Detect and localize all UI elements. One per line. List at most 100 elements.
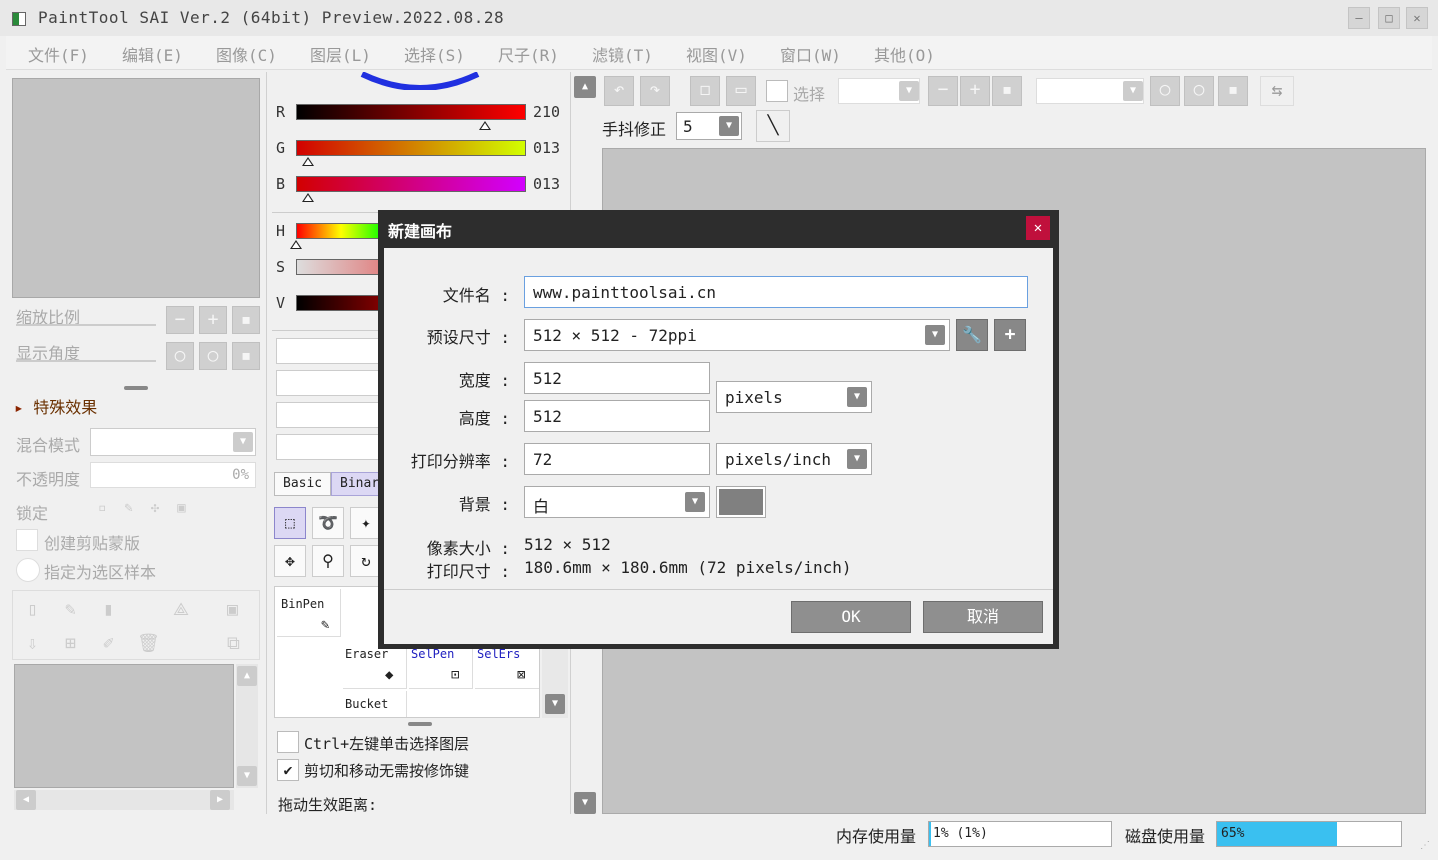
s-slider[interactable]	[296, 259, 386, 275]
menu-edit[interactable]: 编辑(E)	[122, 42, 183, 66]
toolbar-rotate-right-button[interactable]: ○	[1184, 76, 1214, 106]
opacity-field[interactable]: 0%	[90, 462, 256, 488]
menu-ruler[interactable]: 尺子(R)	[498, 42, 559, 66]
lock-icons[interactable]: ▫✎✣▣	[98, 500, 204, 516]
menu-filter[interactable]: 滤镜(T)	[592, 42, 653, 66]
color-swatch-3[interactable]	[276, 402, 386, 428]
cut-move-checkbox[interactable]: ✔	[277, 759, 299, 781]
ok-button[interactable]: OK	[791, 601, 911, 633]
scroll-right-icon[interactable]: ▶	[210, 790, 230, 810]
height-input[interactable]: 512	[524, 400, 710, 432]
h-slider[interactable]	[296, 223, 386, 239]
deselect-button[interactable]: ◻	[690, 76, 720, 106]
width-input[interactable]: 512	[524, 362, 710, 394]
layer-list-scrollbar[interactable]: ▲ ▼	[236, 664, 258, 788]
background-select[interactable]: 白 ▼	[524, 486, 710, 518]
options-scroll-up-icon[interactable]: ▲	[574, 76, 596, 98]
size-unit-select[interactable]: pixels ▼	[716, 381, 872, 413]
filename-input[interactable]: www.painttoolsai.cn	[524, 276, 1028, 308]
menu-layer[interactable]: 图层(L)	[310, 42, 371, 66]
splitter-handle[interactable]	[408, 722, 432, 726]
angle-select[interactable]: ▼	[1036, 78, 1144, 104]
resize-grip-icon[interactable]: ⋰	[1420, 840, 1434, 854]
undo-button[interactable]: ↶	[604, 76, 634, 106]
menu-view[interactable]: 视图(V)	[686, 42, 747, 66]
selection-source-radio[interactable]	[16, 558, 40, 582]
rotate-reset-button[interactable]: ▪	[232, 342, 260, 370]
color-swatch-1[interactable]	[276, 338, 386, 364]
v-slider[interactable]	[296, 295, 386, 311]
toolbar-rotate-reset-button[interactable]: ▪	[1218, 76, 1248, 106]
brush-binpen[interactable]: BinPen ✎	[277, 589, 341, 637]
toolbar-zoom-out-button[interactable]: −	[928, 76, 958, 106]
wrench-icon[interactable]: 🔧	[956, 319, 988, 351]
scroll-left-icon[interactable]: ◀	[16, 790, 36, 810]
scroll-up-icon[interactable]: ▲	[237, 666, 257, 686]
trash-icon[interactable]: 🗑	[137, 633, 160, 654]
scroll-down-icon[interactable]: ▼	[237, 766, 257, 786]
flip-icon[interactable]: ⇆	[1260, 76, 1294, 106]
color-swatch-2[interactable]	[276, 370, 386, 396]
g-slider-thumb[interactable]	[301, 157, 314, 166]
zoom-select[interactable]: ▼	[838, 78, 920, 104]
effect-icon[interactable]: ⟁	[173, 599, 189, 620]
maximize-button[interactable]: □	[1378, 7, 1400, 29]
new-layer-icon[interactable]: ▯	[27, 599, 38, 620]
layer-list[interactable]	[14, 664, 234, 788]
zoom-slider[interactable]	[16, 324, 156, 326]
tab-basic[interactable]: Basic	[274, 472, 332, 496]
invert-select-button[interactable]: ▭	[726, 76, 756, 106]
angle-slider[interactable]	[16, 360, 156, 362]
minimize-button[interactable]: –	[1348, 7, 1370, 29]
new-linework-icon[interactable]: ✎	[65, 599, 76, 620]
scroll-down-icon[interactable]: ▼	[545, 694, 565, 714]
menu-image[interactable]: 图像(C)	[216, 42, 277, 66]
lasso-tool-icon[interactable]: ➰	[312, 507, 344, 539]
splitter-handle[interactable]	[124, 386, 148, 390]
rotate-right-button[interactable]: ○	[199, 342, 227, 370]
menu-file[interactable]: 文件(F)	[28, 42, 89, 66]
mask-icon[interactable]: ▣	[227, 599, 238, 620]
toolbar-zoom-reset-button[interactable]: ▪	[992, 76, 1022, 106]
merge-icon[interactable]: ⊞	[65, 633, 76, 654]
new-folder-icon[interactable]: ▮	[103, 599, 114, 620]
clear-icon[interactable]: ✐	[103, 633, 114, 654]
resolution-unit-select[interactable]: pixels/inch ▼	[716, 443, 872, 475]
layer-list-hscrollbar[interactable]: ◀ ▶	[14, 790, 234, 810]
toolbar-rotate-left-button[interactable]: ○	[1150, 76, 1180, 106]
effects-toggle[interactable]: ▸ 特殊效果	[14, 394, 97, 418]
toolbar-zoom-in-button[interactable]: +	[960, 76, 990, 106]
color-swatch-4[interactable]	[276, 434, 386, 460]
preset-select[interactable]: 512 × 512 - 72ppi ▼	[524, 319, 950, 351]
clip-mask-checkbox[interactable]	[16, 529, 38, 551]
color-wheel[interactable]	[360, 72, 480, 90]
move-tool-icon[interactable]: ✥	[274, 545, 306, 577]
h-slider-thumb[interactable]	[290, 240, 302, 249]
zoom-in-button[interactable]: +	[199, 306, 227, 334]
background-color-swatch[interactable]	[716, 486, 766, 518]
duplicate-icon[interactable]: ⧉	[227, 633, 240, 654]
r-slider-thumb[interactable]	[478, 121, 491, 130]
navigator-preview[interactable]	[12, 78, 260, 298]
zoom-tool-icon[interactable]: ⚲	[312, 545, 344, 577]
merge-down-icon[interactable]: ⇩	[27, 633, 38, 654]
stabilizer-select[interactable]: 5 ▼	[676, 112, 742, 140]
menu-other[interactable]: 其他(O)	[874, 42, 935, 66]
select-checkbox[interactable]	[766, 80, 788, 102]
blend-mode-select[interactable]: ▼	[90, 428, 256, 456]
menu-window[interactable]: 窗口(W)	[780, 42, 841, 66]
rotate-left-button[interactable]: ○	[166, 342, 194, 370]
cancel-button[interactable]: 取消	[923, 601, 1043, 633]
zoom-reset-button[interactable]: ▪	[232, 306, 260, 334]
ctrl-click-checkbox[interactable]	[277, 731, 299, 753]
b-slider[interactable]	[296, 176, 526, 192]
r-slider[interactable]	[296, 104, 526, 120]
menu-select[interactable]: 选择(S)	[404, 42, 465, 66]
redo-button[interactable]: ↷	[640, 76, 670, 106]
zoom-out-button[interactable]: −	[166, 306, 194, 334]
dialog-close-button[interactable]: ✕	[1026, 216, 1050, 240]
tab-binary[interactable]: Binary	[331, 472, 381, 496]
line-straight-icon[interactable]: ╲	[756, 110, 790, 142]
marquee-tool-icon[interactable]: ⬚	[274, 507, 306, 539]
b-slider-thumb[interactable]	[301, 193, 314, 202]
